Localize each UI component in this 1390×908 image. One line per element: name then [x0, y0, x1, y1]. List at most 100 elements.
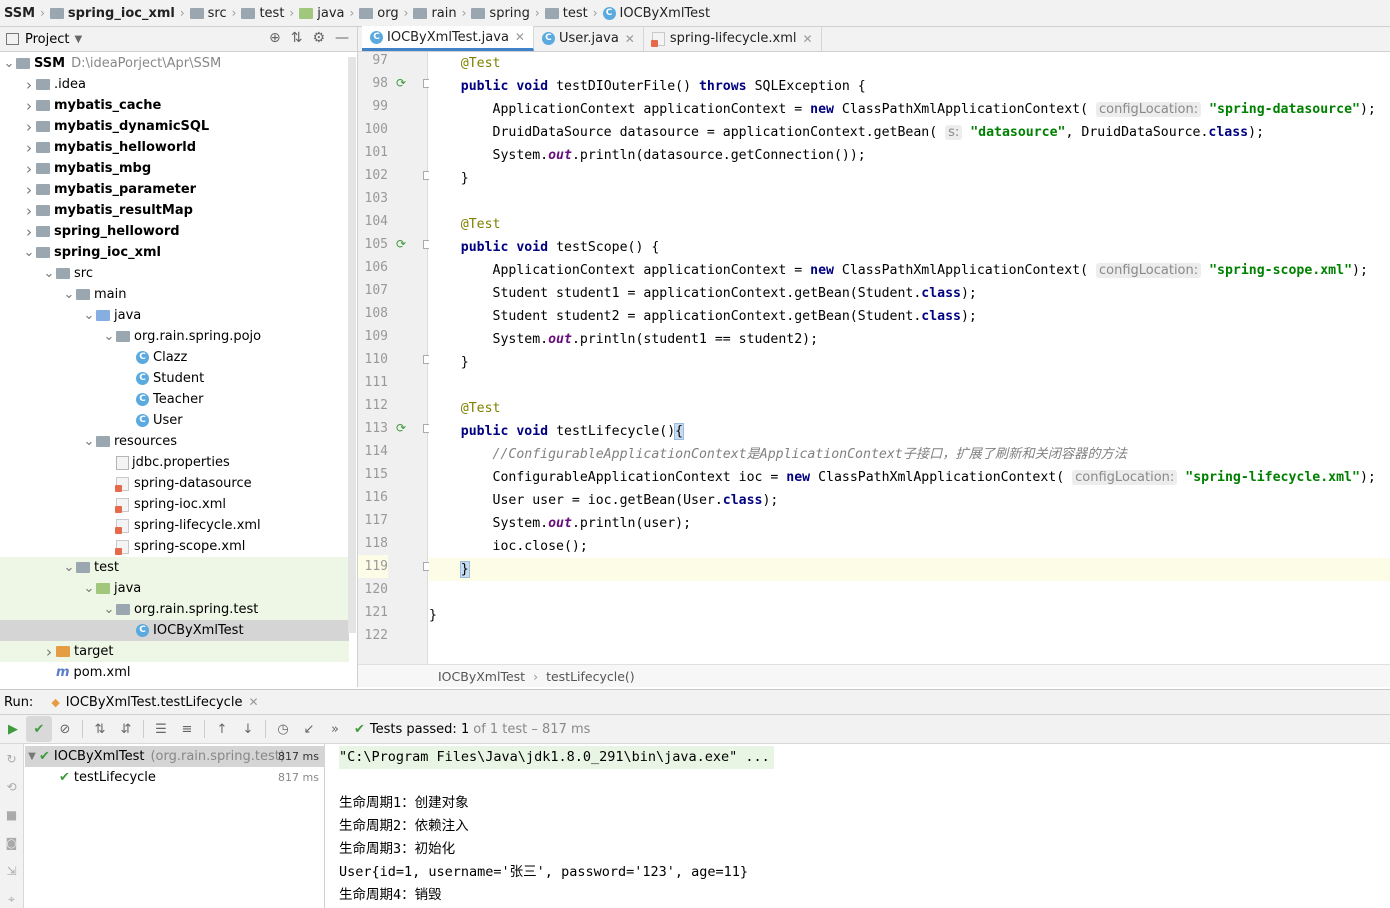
export-icon[interactable]: ↙: [296, 716, 322, 742]
tree-item[interactable]: › mybatis_helloworld: [0, 137, 349, 158]
tree-item[interactable]: › mybatis_mbg: [0, 158, 349, 179]
tab-spring-lifecycle[interactable]: spring-lifecycle.xml ✕: [644, 26, 822, 51]
show-passed-icon[interactable]: ✔: [26, 716, 52, 742]
sort-duration-icon[interactable]: ⇵: [113, 716, 139, 742]
chevron-down-icon[interactable]: ⌄: [102, 329, 116, 344]
tab-iocbyxmltest[interactable]: C IOCByXmlTest.java ✕: [362, 26, 534, 51]
tree-item[interactable]: ⌄ java: [0, 578, 349, 599]
run-test-icon[interactable]: ⟳: [396, 76, 406, 90]
tree-item[interactable]: › mybatis_cache: [0, 95, 349, 116]
tree-item[interactable]: C Student: [0, 368, 349, 389]
tree-item[interactable]: C Clazz: [0, 347, 349, 368]
toggle-auto-test-icon[interactable]: ⟲: [0, 780, 23, 800]
tree-item[interactable]: spring-datasource: [0, 473, 349, 494]
close-icon[interactable]: ✕: [803, 32, 813, 46]
tree-item[interactable]: ⌄ main: [0, 284, 349, 305]
tree-item[interactable]: ⌄ org.rain.spring.pojo: [0, 326, 349, 347]
tree-item[interactable]: ⌄ SSM D:\ideaPorject\Apr\SSM: [0, 53, 349, 74]
tree-item[interactable]: C IOCByXmlTest: [0, 620, 349, 641]
breadcrumb-item[interactable]: test ›: [241, 6, 299, 21]
arrow-down-icon[interactable]: ↓: [235, 716, 261, 742]
chevron-down-icon[interactable]: ⌄: [62, 560, 76, 575]
chevron-down-icon[interactable]: ⌄: [82, 581, 96, 596]
chevron-right-icon[interactable]: ›: [22, 202, 36, 220]
tree-item[interactable]: spring-scope.xml: [0, 536, 349, 557]
close-icon[interactable]: ✕: [625, 32, 635, 46]
chevron-down-icon[interactable]: ⌄: [2, 56, 16, 71]
import-icon[interactable]: ⇲: [0, 864, 23, 884]
tree-item[interactable]: › mybatis_dynamicSQL: [0, 116, 349, 137]
show-ignored-icon[interactable]: ⊘: [52, 716, 78, 742]
breadcrumb-item[interactable]: spring ›: [471, 6, 544, 21]
close-icon[interactable]: ✕: [248, 695, 258, 709]
tree-item[interactable]: › mybatis_parameter: [0, 179, 349, 200]
tree-item[interactable]: › target: [0, 641, 349, 662]
chevron-down-icon[interactable]: ▼: [74, 34, 82, 45]
pin-icon[interactable]: ⌖: [0, 892, 23, 908]
breadcrumb-item[interactable]: java ›: [299, 6, 359, 21]
breadcrumb-item[interactable]: org ›: [359, 6, 413, 21]
camera-icon[interactable]: ◙: [0, 836, 23, 856]
chevron-down-icon[interactable]: ⌄: [82, 434, 96, 449]
tree-item[interactable]: ⌄ spring_ioc_xml: [0, 242, 349, 263]
tree-item[interactable]: ⌄ test: [0, 557, 349, 578]
chevron-down-icon[interactable]: ⌄: [42, 266, 56, 281]
more-icon[interactable]: »: [322, 716, 348, 742]
history-icon[interactable]: ◷: [270, 716, 296, 742]
tree-item[interactable]: ⌄ java: [0, 305, 349, 326]
run-test-icon[interactable]: ⟳: [396, 421, 406, 435]
editor-breadcrumb-class[interactable]: IOCByXmlTest: [438, 669, 525, 684]
locate-file-icon[interactable]: ⊕: [269, 30, 281, 46]
close-icon[interactable]: ✕: [515, 30, 525, 44]
chevron-right-icon[interactable]: ›: [22, 139, 36, 157]
expand-all-icon[interactable]: ☰: [148, 716, 174, 742]
chevron-right-icon[interactable]: ›: [42, 643, 56, 661]
chevron-down-icon[interactable]: ▼: [25, 751, 39, 762]
test-case-row[interactable]: ✔ testLifecycle 817 ms: [25, 767, 325, 788]
rerun-icon[interactable]: ▶: [0, 716, 26, 742]
code-editor[interactable]: @Test public void testDIOuterFile() thro…: [429, 52, 1390, 664]
rerun-failed-icon[interactable]: ↻: [0, 752, 23, 772]
stop-icon[interactable]: ■: [0, 808, 23, 828]
chevron-down-icon[interactable]: ⌄: [22, 245, 36, 260]
tree-item[interactable]: ⌄ src: [0, 263, 349, 284]
chevron-down-icon[interactable]: ⌄: [82, 308, 96, 323]
run-tab[interactable]: ◆ IOCByXmlTest.testLifecycle ✕: [51, 695, 258, 710]
editor-breadcrumb-method[interactable]: testLifecycle(): [546, 669, 635, 684]
tree-item[interactable]: C Teacher: [0, 389, 349, 410]
chevron-down-icon[interactable]: ⌄: [102, 602, 116, 617]
hide-icon[interactable]: —: [335, 30, 349, 46]
tree-item[interactable]: ⌄ resources: [0, 431, 349, 452]
breadcrumb-item[interactable]: C IOCByXmlTest: [602, 6, 710, 21]
gear-icon[interactable]: ⚙: [312, 30, 325, 46]
project-view-selector[interactable]: Project: [25, 32, 69, 47]
tree-item[interactable]: › spring_helloword: [0, 221, 349, 242]
collapse-all-icon[interactable]: ≡: [174, 716, 200, 742]
tree-item[interactable]: spring-lifecycle.xml: [0, 515, 349, 536]
console-output[interactable]: "C:\Program Files\Java\jdk1.8.0_291\bin\…: [326, 744, 1390, 908]
tab-user[interactable]: C User.java ✕: [534, 26, 644, 51]
tree-item[interactable]: › .idea: [0, 74, 349, 95]
breadcrumb-item[interactable]: SSM ›: [4, 6, 50, 21]
chevron-right-icon[interactable]: ›: [22, 118, 36, 136]
chevron-right-icon[interactable]: ›: [22, 181, 36, 199]
tree-item[interactable]: m pom.xml: [0, 662, 349, 683]
collapse-all-icon[interactable]: ⇅: [291, 30, 303, 46]
arrow-up-icon[interactable]: ↑: [209, 716, 235, 742]
run-test-icon[interactable]: ⟳: [396, 237, 406, 251]
chevron-right-icon[interactable]: ›: [22, 76, 36, 94]
chevron-right-icon[interactable]: ›: [22, 160, 36, 178]
tree-item[interactable]: C User: [0, 410, 349, 431]
tree-item[interactable]: ⌄ org.rain.spring.test: [0, 599, 349, 620]
sort-alpha-icon[interactable]: ⇅: [87, 716, 113, 742]
breadcrumb-item[interactable]: spring_ioc_xml ›: [49, 6, 190, 21]
chevron-right-icon[interactable]: ›: [22, 97, 36, 115]
tree-item[interactable]: spring-ioc.xml: [0, 494, 349, 515]
breadcrumb-item[interactable]: src ›: [189, 6, 242, 21]
tree-item[interactable]: jdbc.properties: [0, 452, 349, 473]
breadcrumb-item[interactable]: rain ›: [413, 6, 471, 21]
chevron-right-icon[interactable]: ›: [22, 223, 36, 241]
tree-item[interactable]: › mybatis_resultMap: [0, 200, 349, 221]
breadcrumb-item[interactable]: test ›: [544, 6, 603, 21]
test-suite-row[interactable]: ▼ ✔ IOCByXmlTest (org.rain.spring.test) …: [25, 746, 325, 767]
